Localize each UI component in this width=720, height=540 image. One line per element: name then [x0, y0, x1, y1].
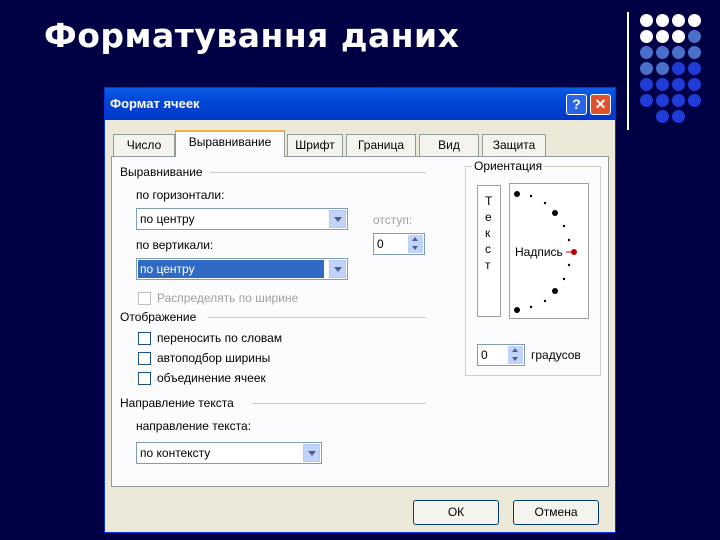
decorative-dot [656, 14, 669, 27]
vertical-select[interactable]: по центру [136, 258, 348, 280]
wrap-checkbox[interactable] [138, 332, 151, 345]
tab-protection[interactable]: Защита [482, 134, 546, 156]
direction-label: направление текста: [136, 419, 252, 433]
orientation-group-label: Ориентация [472, 159, 545, 173]
ok-button[interactable]: ОК [413, 500, 499, 525]
decorative-dot [672, 46, 685, 59]
direction-select-value: по контексту [140, 446, 211, 460]
decorative-dot [640, 62, 653, 75]
tab-number[interactable]: Число [113, 134, 175, 156]
vertical-letter: т [485, 258, 491, 272]
display-group-label: Отображение [120, 310, 197, 324]
direction-select[interactable]: по контексту [136, 442, 322, 464]
horizontal-select-value: по центру [140, 212, 195, 226]
orientation-dial[interactable]: Надпись [509, 183, 589, 319]
tab-view[interactable]: Вид [419, 134, 479, 156]
help-icon[interactable]: ? [566, 94, 587, 115]
spin-up-icon[interactable] [508, 346, 523, 355]
decorative-dot [656, 30, 669, 43]
decorative-dot [688, 30, 701, 43]
vertical-label: по вертикали: [136, 238, 214, 252]
decorative-dot [672, 94, 685, 107]
decorative-dot [656, 46, 669, 59]
spin-up-icon[interactable] [408, 235, 423, 244]
orientation-group: Ориентация Т е к с т Надпись 0 градусов [465, 159, 601, 376]
distribute-label: Распределять по ширине [157, 291, 299, 305]
dialog-titlebar[interactable]: Формат ячеек ? ✕ [105, 88, 615, 120]
autofit-label: автоподбор ширины [157, 351, 271, 365]
decorative-dot [640, 14, 653, 27]
decorative-dot [672, 62, 685, 75]
decorative-dot [688, 62, 701, 75]
decorative-dot [640, 46, 653, 59]
vertical-letter: к [485, 226, 491, 240]
dial-label: Надпись [515, 245, 563, 259]
vertical-letter: Т [485, 194, 493, 208]
decorative-dot [688, 14, 701, 27]
decorative-dot [672, 30, 685, 43]
alignment-divider [210, 172, 426, 173]
wrap-label: переносить по словам [157, 331, 283, 345]
cancel-button[interactable]: Отмена [513, 500, 599, 525]
merge-checkbox[interactable] [138, 372, 151, 385]
decorative-dot [656, 94, 669, 107]
alignment-group-label: Выравнивание [120, 165, 203, 179]
decorative-dot [688, 46, 701, 59]
chevron-down-icon[interactable] [329, 260, 346, 278]
tab-border[interactable]: Граница [346, 134, 416, 156]
decorative-dot [656, 110, 669, 123]
decorative-dot [640, 94, 653, 107]
decorative-dot [672, 110, 685, 123]
decorative-dot [656, 78, 669, 91]
display-divider [208, 317, 426, 318]
distribute-checkbox[interactable] [138, 292, 151, 305]
merge-label: объединение ячеек [157, 371, 266, 385]
spin-down-icon[interactable] [408, 244, 423, 253]
horizontal-label: по горизонтали: [136, 188, 225, 202]
decorative-dot [688, 94, 701, 107]
vertical-letter: с [485, 242, 491, 256]
degrees-spinner[interactable]: 0 [477, 344, 525, 366]
degrees-value: 0 [481, 348, 488, 362]
close-icon[interactable]: ✕ [590, 94, 611, 115]
tab-font[interactable]: Шрифт [287, 134, 343, 156]
decorative-vertical-line [627, 12, 629, 130]
vertical-letter: е [485, 210, 492, 224]
dialog-title: Формат ячеек [110, 96, 200, 111]
slide-title: Форматування даних [44, 16, 460, 55]
tab-alignment[interactable]: Выравнивание [175, 130, 285, 157]
direction-group-label: Направление текста [120, 396, 234, 410]
indent-value: 0 [377, 237, 384, 251]
alignment-panel: Выравнивание по горизонтали: по центру о… [111, 156, 609, 487]
decorative-dot [672, 78, 685, 91]
indent-spinner[interactable]: 0 [373, 233, 425, 255]
decorative-dot [672, 14, 685, 27]
decorative-dot [640, 78, 653, 91]
vertical-select-value: по центру [138, 260, 324, 278]
autofit-checkbox[interactable] [138, 352, 151, 365]
chevron-down-icon[interactable] [303, 444, 320, 462]
chevron-down-icon[interactable] [329, 210, 346, 228]
vertical-text-button[interactable]: Т е к с т [477, 185, 501, 317]
decorative-dot [656, 62, 669, 75]
format-cells-dialog: Формат ячеек ? ✕ Число Выравнивание Шриф… [104, 87, 616, 533]
decorative-dot [688, 78, 701, 91]
horizontal-select[interactable]: по центру [136, 208, 348, 230]
spin-down-icon[interactable] [508, 355, 523, 364]
decorative-dot [640, 30, 653, 43]
indent-label: отступ: [373, 213, 413, 227]
degrees-label: градусов [531, 348, 581, 362]
direction-divider [252, 403, 426, 404]
